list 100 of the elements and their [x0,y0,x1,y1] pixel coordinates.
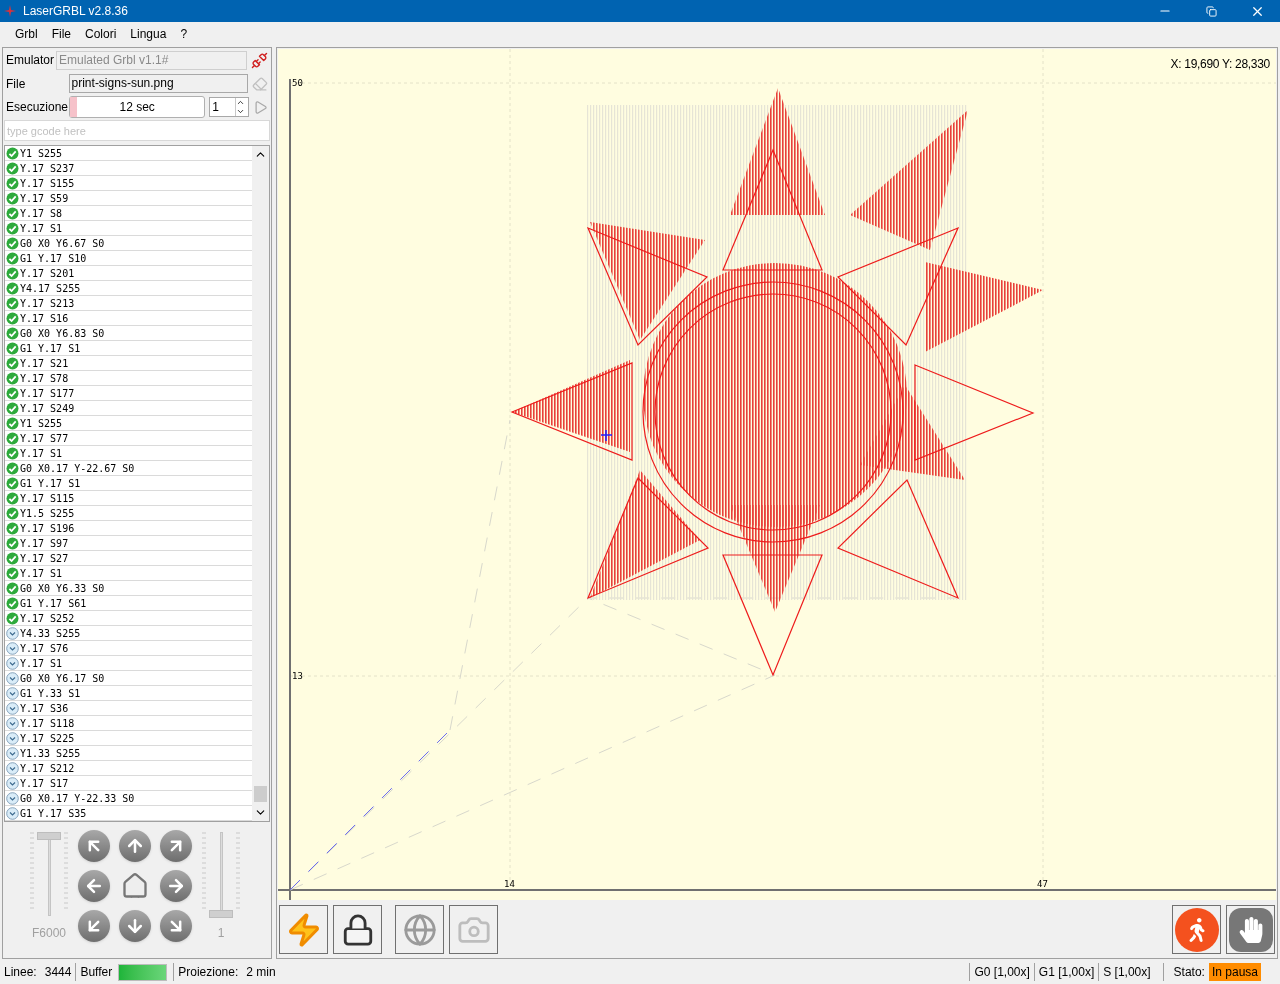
jog-button[interactable] [160,830,192,862]
gcode-row[interactable]: Y1.33 S255 [5,746,252,761]
gcode-row[interactable]: Y.17 S1 [5,221,252,236]
menu-item[interactable]: File [44,25,78,43]
stop-button[interactable] [1226,905,1275,954]
file-field[interactable]: print-signs-sun.png [68,74,249,93]
gcode-row[interactable]: Y.17 S17 [5,776,252,791]
gcode-row[interactable]: Y.17 S155 [5,176,252,191]
gcode-row[interactable]: Y.17 S1 [5,566,252,581]
gcode-text: Y.17 S1 [20,566,63,581]
gcode-row[interactable]: Y.17 S237 [5,161,252,176]
gcode-row[interactable]: Y.17 S213 [5,296,252,311]
gcode-text: Y.17 S252 [20,611,75,626]
unlock-button[interactable] [333,905,382,954]
gcode-row[interactable]: Y.17 S1 [5,446,252,461]
arrow-icon [125,916,145,936]
jog-button[interactable] [160,910,192,942]
gcode-row[interactable]: G1 Y.17 S1 [5,476,252,491]
gcode-text: Y.17 S155 [20,176,75,191]
camera-button[interactable] [449,905,498,954]
gcode-text: Y.17 S1 [20,656,63,671]
gcode-text: G0 X0 Y6.67 S0 [20,236,105,251]
gcode-row[interactable]: Y.17 S115 [5,491,252,506]
gcode-row[interactable]: Y.17 S252 [5,611,252,626]
scroll-thumb[interactable] [254,786,267,802]
gcode-text: G1 Y.33 S1 [20,686,81,701]
gcode-row[interactable]: Y.17 S249 [5,401,252,416]
resume-button[interactable] [1172,905,1221,954]
override-value: G0 [1,00x] [969,963,1034,981]
gcode-row[interactable]: Y.17 S21 [5,356,252,371]
gcode-row[interactable]: Y.17 S76 [5,641,252,656]
disconnect-icon[interactable] [251,51,268,69]
jog-button[interactable] [78,910,110,942]
pending-circle-icon [6,776,19,790]
jog-button[interactable] [160,870,192,902]
menu-item[interactable]: ? [173,25,195,43]
gcode-row[interactable]: Y.17 S77 [5,431,252,446]
speed-slider[interactable] [37,832,61,916]
gcode-row[interactable]: Y4.33 S255 [5,626,252,641]
gcode-text: Y.17 S237 [20,161,75,176]
gcode-row[interactable]: Y1 S255 [5,416,252,431]
slider-thumb[interactable] [209,910,233,918]
slider-thumb[interactable] [37,832,61,840]
spin-down-icon[interactable] [236,107,246,116]
gcode-row[interactable]: Y.17 S36 [5,701,252,716]
gcode-row[interactable]: G0 X0 Y6.17 S0 [5,671,252,686]
pending-circle-icon [6,761,19,775]
gcode-text: Y1.5 S255 [20,506,75,521]
jog-button[interactable] [78,830,110,862]
gcode-row[interactable]: Y.17 S118 [5,716,252,731]
gcode-row[interactable]: Y.17 S8 [5,206,252,221]
gcode-row[interactable]: Y.17 S201 [5,266,252,281]
gcode-row[interactable]: G1 Y.17 S10 [5,251,252,266]
status-label: Stato: [1162,963,1205,981]
menu-item[interactable]: Colori [78,25,124,43]
gcode-row[interactable]: Y1 S255 [5,146,252,161]
jog-button[interactable] [78,870,110,902]
gcode-row[interactable]: Y.17 S196 [5,521,252,536]
pending-circle-icon [6,716,19,730]
gcode-text: Y.17 S78 [20,371,69,386]
gcode-row[interactable]: G1 Y.33 S1 [5,686,252,701]
status-value: 3444 [44,963,77,981]
gcode-row[interactable]: G1 Y.17 S61 [5,596,252,611]
gcode-row[interactable]: Y.17 S97 [5,536,252,551]
gcode-row[interactable]: Y.17 S16 [5,311,252,326]
gcode-row[interactable]: Y.17 S177 [5,386,252,401]
gcode-row[interactable]: G1 Y.17 S35 [5,806,252,821]
spin-up-icon[interactable] [236,98,246,107]
gcode-row[interactable]: G0 X0 Y6.33 S0 [5,581,252,596]
gcode-row[interactable]: Y1.5 S255 [5,506,252,521]
gcode-row[interactable]: Y.17 S27 [5,551,252,566]
gcode-row[interactable]: Y.17 S59 [5,191,252,206]
gcode-row[interactable]: Y.17 S1 [5,656,252,671]
scrollbar[interactable] [252,146,269,821]
progress-reading: 12 sec [119,99,155,116]
jog-button[interactable] [119,910,151,942]
gcode-row[interactable]: G0 X0.17 Y-22.33 S0 [5,791,252,806]
origin-button[interactable] [395,905,444,954]
coordinates-readout: X: 19,690 Y: 28,330 [1170,56,1270,73]
gcode-row[interactable]: Y4.17 S255 [5,281,252,296]
arrow-icon [125,836,145,856]
gcode-row[interactable]: G0 X0.17 Y-22.67 S0 [5,461,252,476]
axis-tick-label: 14 [504,878,515,891]
menu-item[interactable]: Lingua [123,25,174,43]
gcode-row[interactable]: G0 X0 Y6.67 S0 [5,236,252,251]
gcode-row[interactable]: Y.17 S212 [5,761,252,776]
step-slider[interactable] [209,832,233,916]
gcode-row[interactable]: Y.17 S78 [5,371,252,386]
gcode-text: Y.17 S201 [20,266,75,281]
gcode-row[interactable]: G0 X0 Y6.83 S0 [5,326,252,341]
gcode-row[interactable]: G1 Y.17 S1 [5,341,252,356]
gcode-text: Y.17 S21 [20,356,69,371]
pending-circle-icon [6,671,19,685]
copies-spinner[interactable]: 1 [209,97,250,117]
gcode-row[interactable]: Y.17 S225 [5,731,252,746]
jog-button[interactable] [119,830,151,862]
pending-circle-icon [6,701,19,715]
connect-button[interactable] [279,905,328,954]
menu-item[interactable]: Grbl [8,25,45,43]
gcode-input[interactable]: type gcode here [4,120,270,141]
